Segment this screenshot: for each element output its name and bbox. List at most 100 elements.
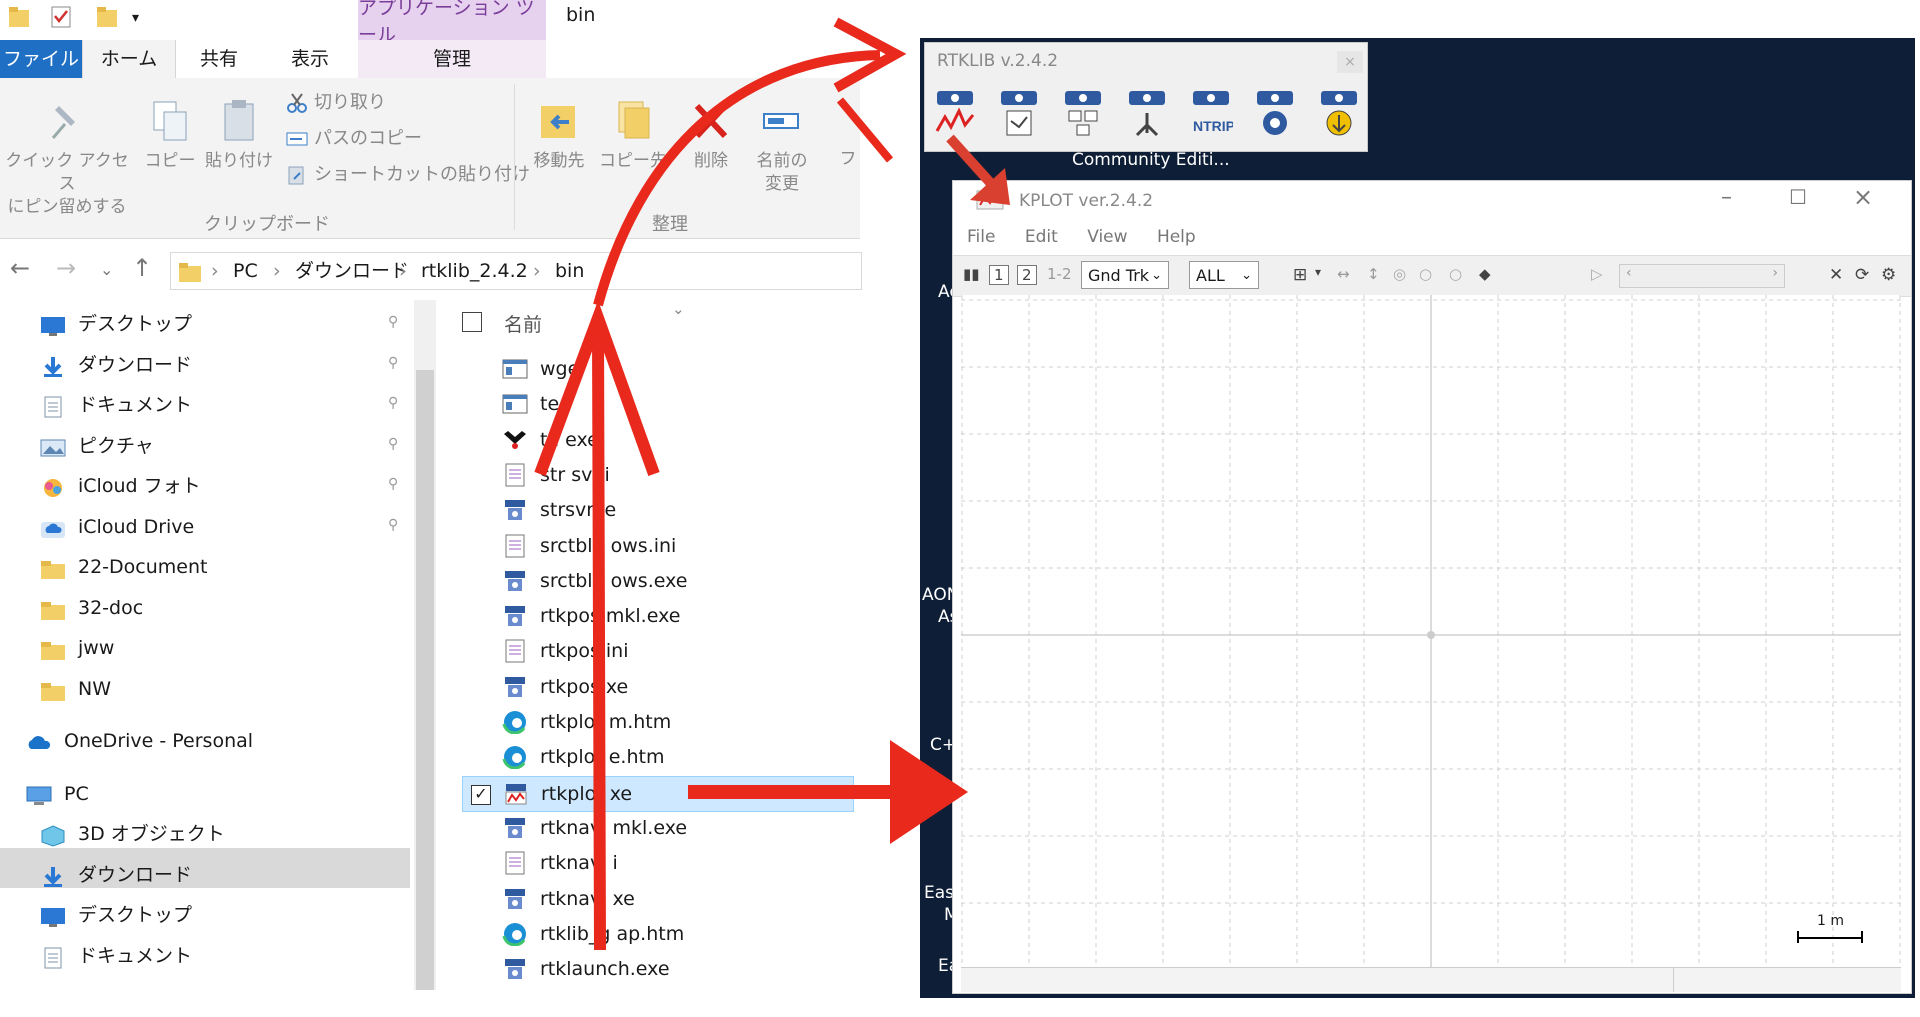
strsvr-icon[interactable] [1125, 87, 1169, 139]
rtkget-icon[interactable] [1317, 87, 1361, 139]
folder-icon[interactable] [8, 4, 30, 30]
pin-quick-access-button[interactable]: クイック アクセス にピン留めする [2, 98, 132, 219]
rtkpost-icon[interactable] [997, 87, 1041, 139]
tab-share[interactable]: 共有 [174, 40, 264, 78]
move-to-button[interactable]: 移動先 [522, 98, 596, 173]
pin-icon[interactable]: ⚲ [388, 436, 398, 452]
file-row[interactable]: srctblb ows.ini [462, 529, 852, 563]
file-row[interactable]: rtknavi xe [462, 882, 852, 916]
delete-button[interactable]: 削除 [680, 98, 742, 173]
pin-icon[interactable]: ⚲ [388, 395, 398, 411]
sidebar-item[interactable]: ドキュメント [40, 387, 192, 423]
rtknavi-icon[interactable] [1061, 87, 1105, 139]
rtkconv-icon[interactable] [1253, 87, 1297, 139]
tab-view[interactable]: 表示 [264, 40, 356, 78]
file-row[interactable]: strsvr. e [462, 493, 852, 527]
breadcrumb-downloads[interactable]: ダウンロード [295, 253, 409, 289]
back-arrow-icon[interactable]: ← [10, 254, 30, 282]
show-marker-icon[interactable]: ◆ [1479, 265, 1491, 283]
sidebar-item[interactable]: OneDrive - Personal [26, 723, 253, 759]
tab-manage[interactable]: 管理 [358, 40, 546, 78]
sidebar-item[interactable]: ダウンロード [40, 857, 192, 893]
file-row[interactable]: wge [462, 352, 852, 386]
properties-icon[interactable] [50, 4, 72, 30]
column-header-name[interactable]: 名前 [504, 310, 542, 337]
sidebar-item[interactable]: ピクチャ [40, 428, 154, 464]
file-row[interactable]: ta exe [462, 423, 852, 457]
menu-help[interactable]: Help [1157, 227, 1196, 247]
sidebar-item[interactable]: iCloud Drive [40, 509, 194, 545]
sidebar-item[interactable]: 3D オブジェクト [40, 816, 225, 852]
new-folder-icon[interactable] [96, 4, 118, 30]
close-icon[interactable]: × [1853, 183, 1873, 211]
plot-canvas[interactable]: 1 m [961, 295, 1901, 967]
sidebar-item[interactable]: ダウンロード [40, 347, 192, 383]
pin-icon[interactable]: ⚲ [388, 517, 398, 533]
copy-path-button[interactable]: パスのコピー [286, 124, 422, 154]
settings-gear-icon[interactable]: ⚙ [1881, 265, 1896, 285]
breadcrumb-pc[interactable]: PC [233, 253, 258, 289]
select-all-checkbox[interactable] [462, 312, 482, 332]
row-checkbox[interactable]: ✓ [471, 784, 491, 805]
play-icon[interactable]: ▷ [1591, 265, 1603, 283]
up-arrow-icon[interactable]: ↑ [132, 254, 152, 282]
sidebar-item[interactable]: 32-doc [40, 590, 143, 626]
solution-1-button[interactable]: 1 [989, 265, 1009, 285]
file-row[interactable]: rtknavi i [462, 846, 852, 880]
minimize-icon[interactable]: – [1721, 185, 1732, 210]
sidebar-item[interactable]: jww [40, 630, 114, 666]
solution-2-button[interactable]: 2 [1017, 265, 1037, 285]
breadcrumb-rtklib[interactable]: rtklib_2.4.2 [421, 253, 528, 289]
menu-file[interactable]: File [967, 227, 995, 247]
satellite-filter-select[interactable]: ALL ⌄ [1189, 261, 1259, 289]
rename-button[interactable]: 名前の 変更 [746, 98, 818, 196]
show-point-icon[interactable]: ○ [1419, 265, 1432, 283]
copy-to-button[interactable]: コピー先 [596, 98, 670, 173]
sidebar-item[interactable]: デスクトップ [40, 306, 192, 342]
file-row[interactable]: rtkplot m.htm [462, 705, 852, 739]
sidebar-scrollbar-thumb[interactable] [416, 370, 434, 990]
sidebar-item[interactable]: iCloud フォト [40, 468, 201, 504]
file-row[interactable]: rtkpos ini [462, 634, 852, 668]
file-row[interactable]: rtkpos mkl.exe [462, 599, 852, 633]
breadcrumb-bin[interactable]: bin [555, 253, 584, 289]
solution-1-2-button[interactable]: 1-2 [1047, 265, 1072, 283]
file-row[interactable]: srctblb ows.exe [462, 564, 852, 598]
file-row[interactable]: rtklaunch.exe [462, 952, 852, 986]
file-row[interactable]: ✓ rtkplot xe [462, 775, 854, 812]
tab-file[interactable]: ファイル [0, 40, 82, 78]
show-track-icon[interactable]: ◎ [1393, 265, 1406, 283]
file-row[interactable]: rtkpos xe [462, 670, 852, 704]
cut-button[interactable]: 切り取り [286, 88, 386, 118]
pin-icon[interactable]: ⚲ [388, 314, 398, 330]
file-row[interactable]: rtknavi mkl.exe [462, 811, 852, 845]
menu-edit[interactable]: Edit [1025, 227, 1058, 247]
dropdown-arrow-icon[interactable]: ▾ [1315, 265, 1321, 279]
fit-vertical-icon[interactable]: ↕ [1367, 265, 1380, 283]
file-row[interactable]: tec [462, 387, 852, 421]
paste-button[interactable]: 貼り付け [204, 98, 274, 173]
recent-locations-chevron-icon[interactable]: ⌄ [100, 260, 113, 279]
sidebar-item[interactable]: ドキュメント [40, 938, 192, 974]
tab-home[interactable]: ホーム [82, 40, 176, 78]
time-scrollbar[interactable]: ‹ › [1619, 264, 1785, 288]
fit-horizontal-icon[interactable]: ↔ [1337, 265, 1350, 283]
pin-icon[interactable]: ⚲ [388, 355, 398, 371]
file-row[interactable]: rtkplot e.htm [462, 740, 852, 774]
file-row[interactable]: rtklib_g ap.htm [462, 917, 852, 951]
menu-view[interactable]: View [1087, 227, 1127, 247]
file-row[interactable]: str svr.i [462, 458, 852, 492]
ntrip-icon[interactable]: NTRIP [1189, 87, 1235, 139]
show-ref-icon[interactable]: ○ [1449, 265, 1462, 283]
sidebar-item[interactable]: 22-Document [40, 549, 207, 585]
address-bar[interactable]: › PC › ダウンロード › rtklib_2.4.2 › bin [170, 252, 862, 290]
center-origin-icon[interactable]: ⊞ [1293, 265, 1307, 285]
close-button[interactable]: × [1337, 51, 1363, 73]
paste-shortcut-button[interactable]: ショートカットの貼り付け [286, 160, 530, 190]
forward-arrow-icon[interactable]: → [56, 254, 76, 282]
rtkplot-icon[interactable] [933, 87, 977, 139]
scroll-left-icon[interactable]: ‹ [1626, 265, 1632, 281]
pin-icon[interactable]: ⚲ [388, 476, 398, 492]
customize-qat-icon[interactable]: ▾ [132, 10, 154, 36]
reload-icon[interactable]: ⟳ [1855, 265, 1869, 285]
